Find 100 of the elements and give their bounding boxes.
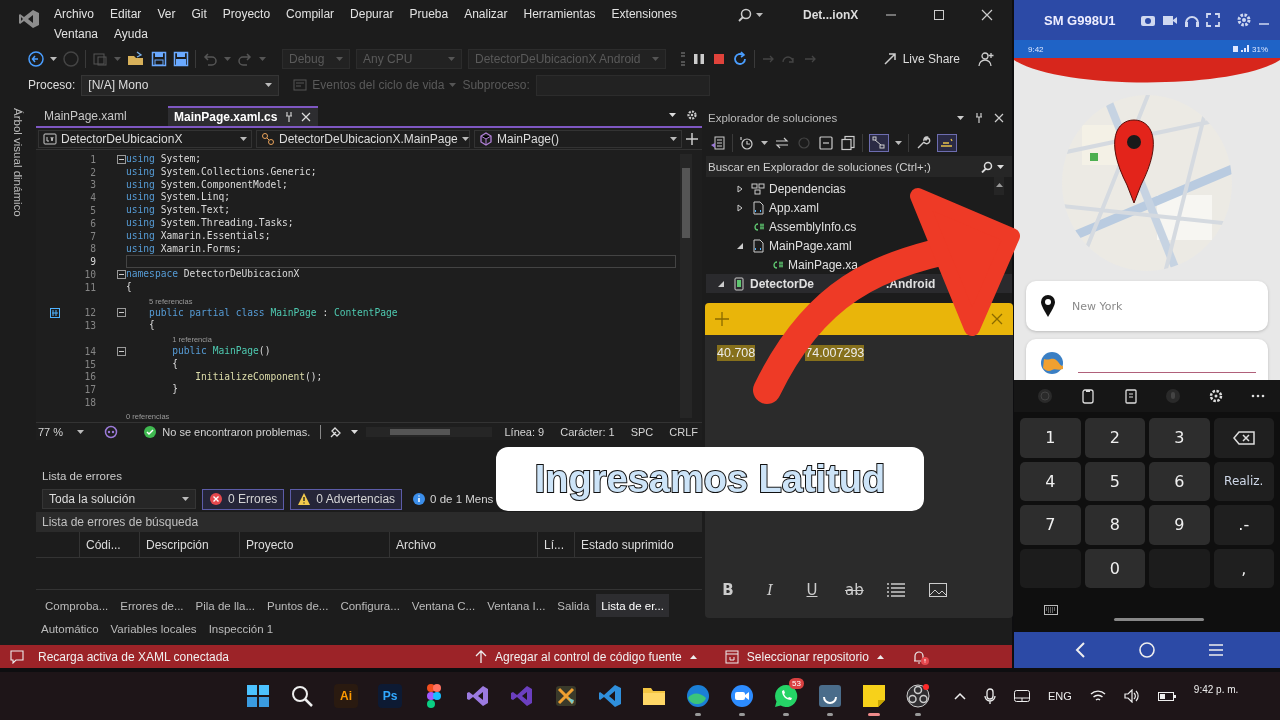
zoom-dropdown[interactable]: 77 % <box>38 425 97 438</box>
battery-icon[interactable] <box>1157 690 1176 702</box>
issues-status[interactable]: No se encontraron problemas. <box>144 425 311 438</box>
tree-item[interactable]: MainPage.xa <box>788 257 859 272</box>
touchpad-icon[interactable] <box>1014 690 1030 702</box>
preview-icon[interactable] <box>937 134 957 152</box>
caret-icon[interactable] <box>997 164 1004 169</box>
keyboard-key[interactable]: 3 <box>1149 418 1210 458</box>
more-icon[interactable] <box>1250 394 1265 398</box>
restart-icon[interactable] <box>732 51 748 67</box>
keyboard-key[interactable]: 4 <box>1020 461 1081 501</box>
volume-icon[interactable] <box>1123 689 1140 703</box>
wave-icon[interactable] <box>686 684 710 708</box>
tree-item[interactable]: App.xaml <box>769 200 820 215</box>
panel-tab[interactable]: Lista de er... <box>596 594 669 617</box>
horizontal-scrollbar[interactable] <box>366 426 493 437</box>
code-editor-icon[interactable] <box>598 684 622 708</box>
coordinate-field[interactable] <box>1026 339 1268 380</box>
chevron-up-icon[interactable] <box>954 692 966 700</box>
caret-icon[interactable] <box>761 141 768 145</box>
menu-item[interactable]: Git <box>183 6 215 22</box>
menu-item[interactable]: Editar <box>102 6 150 22</box>
caret-icon[interactable] <box>957 116 964 120</box>
tree-item[interactable]: AssemblyInfo.cs <box>769 219 857 234</box>
panel-tab[interactable]: Salida <box>552 594 595 617</box>
editor-tab[interactable]: MainPage.xaml <box>38 106 168 126</box>
settings-icon[interactable] <box>686 109 698 121</box>
repository-button[interactable]: Seleccionar repositorio <box>724 649 884 664</box>
menu-item[interactable]: Ventana <box>46 26 107 42</box>
caret-icon[interactable] <box>669 113 676 117</box>
filter-button[interactable]: 0 Advertencias <box>290 488 403 510</box>
menu-item[interactable]: Archivo <box>46 6 102 22</box>
switch-view-icon[interactable] <box>710 135 726 151</box>
filter-button[interactable]: 0 de 1 Mens <box>408 488 494 510</box>
start-icon[interactable] <box>246 684 270 708</box>
column-header[interactable]: Descripción <box>140 532 240 557</box>
copy-icon[interactable] <box>840 135 856 151</box>
sync-icon[interactable] <box>774 135 790 151</box>
chat-icon[interactable] <box>774 684 798 708</box>
caret-icon[interactable] <box>182 497 189 501</box>
panel-tab[interactable]: Inspección 1 <box>203 617 279 640</box>
expanded-arrow-icon[interactable] <box>736 241 744 250</box>
keyboard-key[interactable]: 1 <box>1020 418 1081 458</box>
pause-icon[interactable] <box>692 52 706 66</box>
whitespace-indicator[interactable]: SPC <box>626 425 658 438</box>
collapse-icon[interactable] <box>117 270 126 280</box>
keyboard-key[interactable]: 5 <box>1084 461 1145 501</box>
collapse-icon[interactable] <box>117 154 126 164</box>
comment-icon[interactable] <box>10 649 24 664</box>
maximize-icon[interactable] <box>933 9 945 21</box>
italic-button[interactable]: I <box>761 581 779 599</box>
editor-tab[interactable]: MainPage.xaml.cs <box>168 106 318 126</box>
keyboard-key[interactable]: .- <box>1213 505 1274 545</box>
caret-icon[interactable] <box>77 429 85 434</box>
menu-item[interactable]: Analizar <box>456 6 516 22</box>
column-header[interactable]: Códi... <box>80 532 140 557</box>
panel-tab[interactable]: Automático <box>36 617 104 640</box>
collapse-all-icon[interactable] <box>818 135 834 151</box>
keyboard-icon[interactable] <box>1044 605 1058 615</box>
keyboard-key[interactable]: 2 <box>1084 418 1145 458</box>
record-icon[interactable] <box>906 684 930 708</box>
navigation-dropdown[interactable]: DetectorDeUbicacionX.MainPage <box>256 129 470 148</box>
save-icon[interactable] <box>151 51 167 67</box>
fullscreen-icon[interactable] <box>1206 13 1220 27</box>
underline-button[interactable]: U <box>803 581 821 599</box>
column-header[interactable]: Estado suprimido <box>575 532 702 557</box>
video-call-icon[interactable] <box>730 684 754 708</box>
source-control-button[interactable]: Agregar al control de código fuente <box>475 649 697 664</box>
keyboard-key[interactable]: 8 <box>1084 505 1145 545</box>
menu-item[interactable]: Prueba <box>401 6 457 22</box>
search-field[interactable]: Buscar en Explorador de soluciones (Ctrl+;) <box>706 156 1012 177</box>
history-icon[interactable] <box>739 135 755 151</box>
wifi-icon[interactable] <box>1089 690 1106 702</box>
backspace-key[interactable] <box>1213 418 1274 458</box>
caret-icon[interactable] <box>240 136 247 141</box>
live-share-button[interactable]: Live Share <box>882 52 960 66</box>
process-dropdown[interactable]: [N/A] Mono <box>81 74 280 96</box>
tree-item[interactable]: DetectorDe <box>750 276 815 291</box>
column-indicator[interactable]: Carácter: 1 <box>556 425 619 438</box>
notification-icon[interactable] <box>911 648 930 665</box>
search-icon[interactable] <box>738 8 752 22</box>
menu-item[interactable]: Herramientas <box>515 6 604 22</box>
filter-button[interactable]: 0 Errores <box>202 488 285 510</box>
bookmark-icon[interactable] <box>50 307 60 318</box>
pin-icon[interactable] <box>974 112 984 124</box>
caret-icon[interactable] <box>50 57 57 61</box>
app-tile[interactable]: Ai <box>334 684 358 708</box>
recents-icon[interactable] <box>1207 643 1224 657</box>
app-tile[interactable]: Ps <box>378 684 402 708</box>
caret-icon[interactable] <box>351 429 359 434</box>
menu-item[interactable]: Extensiones <box>603 6 685 22</box>
infinity-icon[interactable] <box>466 684 490 708</box>
vertical-scrollbar[interactable] <box>680 154 692 418</box>
headphones-icon[interactable] <box>1184 13 1200 27</box>
column-header[interactable]: Archivo <box>390 532 538 557</box>
column-header[interactable]: Proyecto <box>240 532 390 557</box>
scope-dropdown[interactable]: Toda la solución <box>42 489 196 509</box>
caret-icon[interactable] <box>756 13 763 17</box>
open-folder-icon[interactable] <box>127 51 145 67</box>
language-indicator[interactable]: ENG <box>1048 690 1072 702</box>
